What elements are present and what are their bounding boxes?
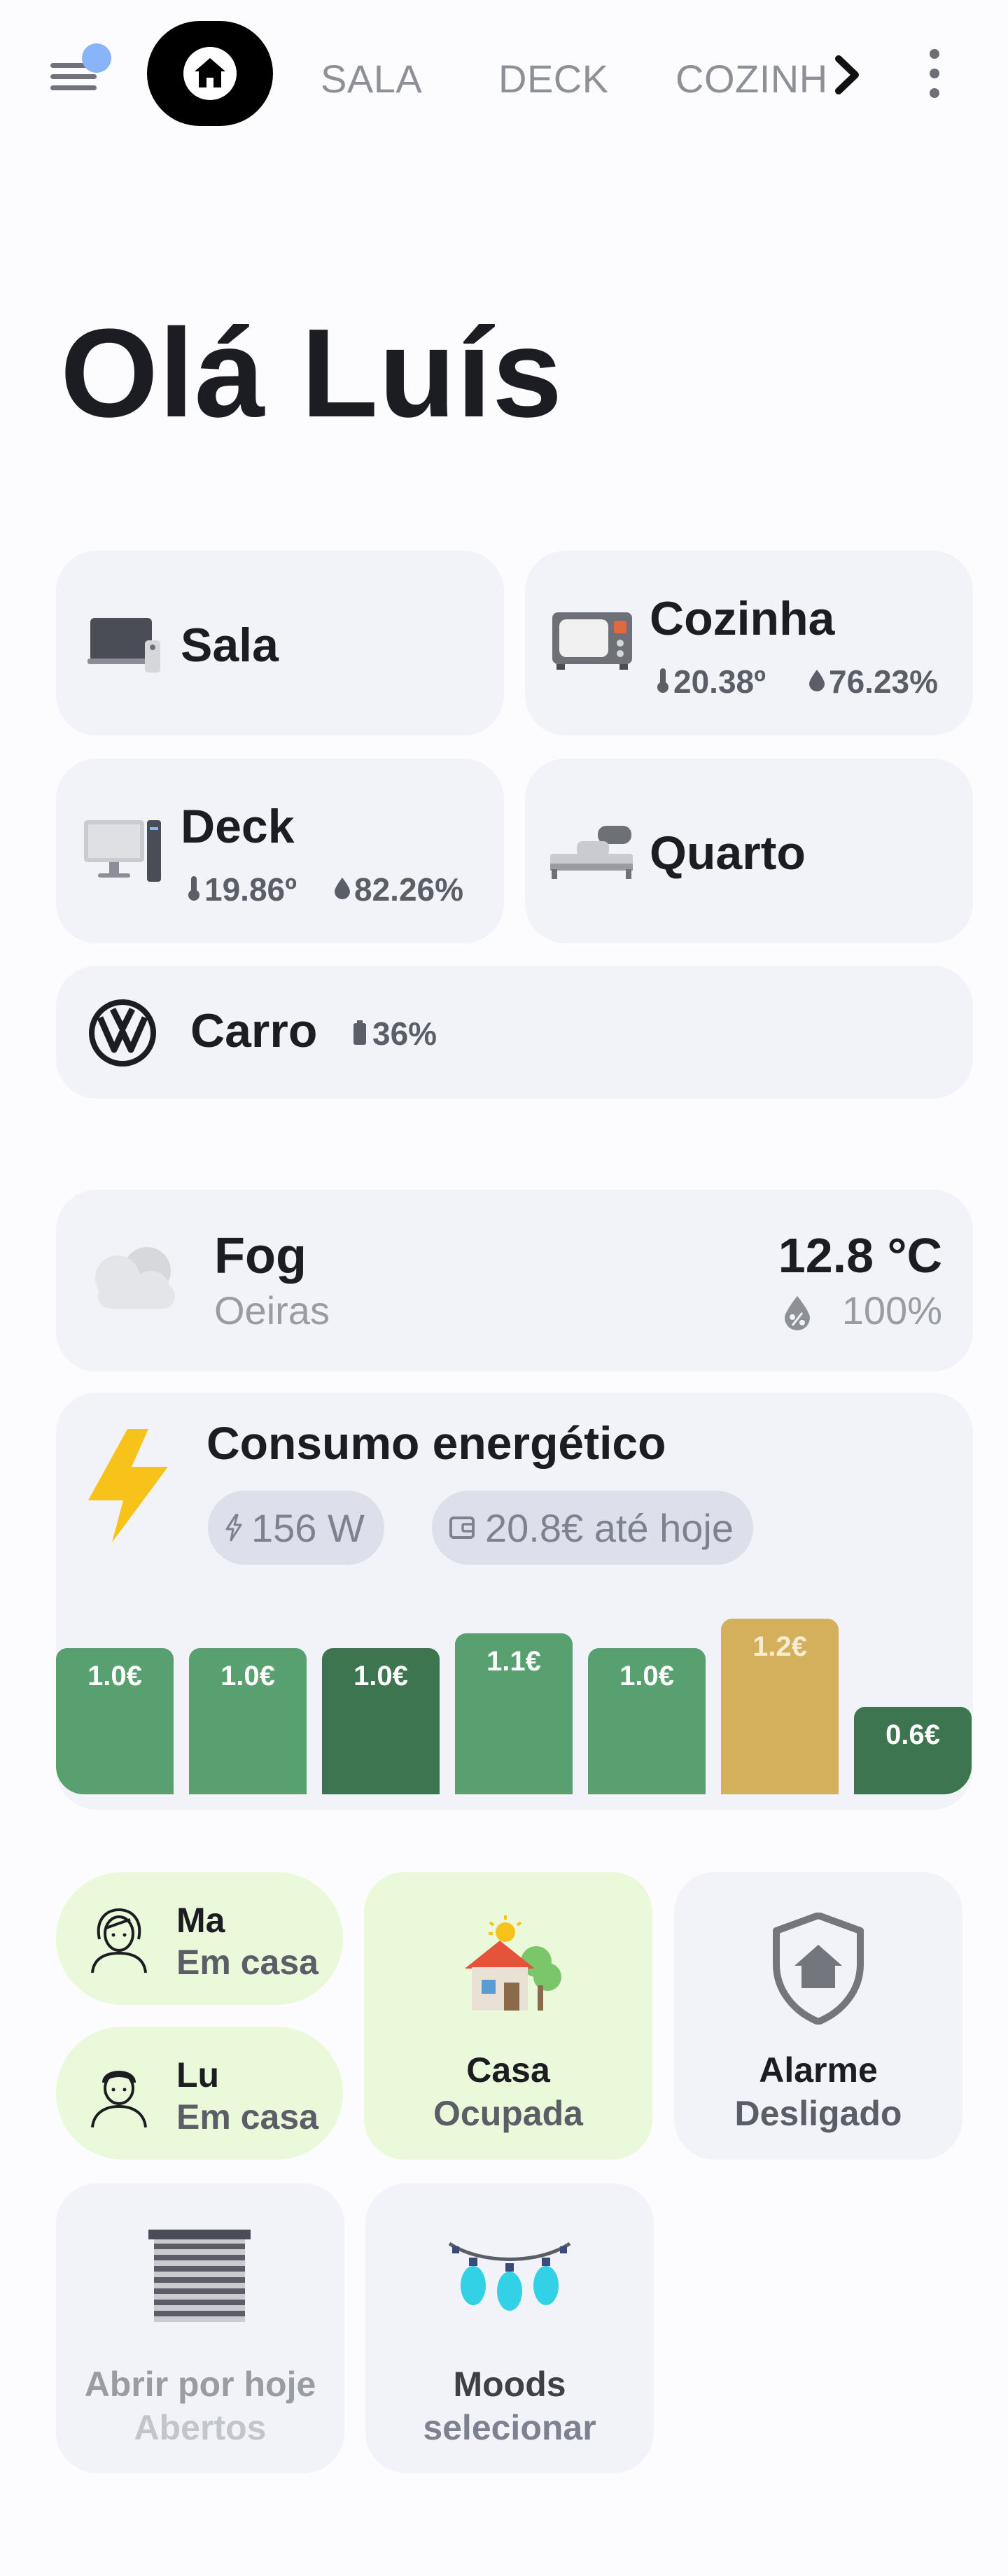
- alarm-status: Desligado: [734, 2094, 902, 2133]
- weather-humidity: 100%: [841, 1288, 942, 1332]
- energy-bar: 1.0€: [322, 1648, 440, 1794]
- cost-chip: 20.8€ até hoje: [432, 1491, 753, 1565]
- lightning-bolt-icon: [88, 1429, 168, 1542]
- menu-button[interactable]: [43, 43, 111, 111]
- blinds-status: Abertos: [134, 2408, 267, 2447]
- bed-icon: [550, 826, 633, 879]
- energy-bar-label: 1.0€: [220, 1661, 275, 1691]
- person-name: Lu: [176, 2055, 220, 2095]
- window-blinds-icon: [148, 2230, 251, 2322]
- battery-icon: [354, 1020, 366, 1045]
- moods-status: selecionar: [423, 2408, 596, 2447]
- humidity-icon: [809, 670, 825, 691]
- energy-bar-label: 1.0€: [88, 1661, 142, 1691]
- weather-condition: Fog: [214, 1228, 307, 1284]
- humidity-icon: [335, 878, 350, 899]
- person-card-lu[interactable]: Lu Em casa: [56, 2027, 343, 2160]
- kebab-dot: [930, 49, 939, 59]
- energy-bar: 0.6€: [854, 1707, 972, 1794]
- room-card-cozinha[interactable]: Cozinha 20.38º 76.23%: [525, 551, 973, 736]
- computer-icon: [84, 820, 161, 882]
- weather-location: Oeiras: [214, 1288, 330, 1332]
- room-name: Quarto: [650, 826, 806, 880]
- energy-bar: 1.0€: [588, 1648, 706, 1794]
- house-status-tile[interactable]: Casa Ocupada: [364, 1872, 652, 2160]
- microwave-icon: [552, 612, 632, 670]
- power-value: 156 W: [251, 1505, 365, 1550]
- weather-card[interactable]: Fog Oeiras 12.8 °C 100%: [56, 1190, 973, 1372]
- kebab-dot: [930, 69, 939, 78]
- house-status: Ocupada: [433, 2094, 583, 2133]
- blinds-title: Abrir por hoje: [84, 2365, 316, 2404]
- wallet-icon: [449, 1516, 475, 1539]
- energy-bar: 1.0€: [56, 1648, 174, 1794]
- man-avatar-icon: [91, 2071, 147, 2128]
- energy-bar-label: 1.0€: [620, 1661, 674, 1691]
- energy-bar-label: 1.0€: [354, 1661, 408, 1691]
- tab-home[interactable]: [147, 21, 273, 126]
- cost-value: 20.8€ até hoje: [485, 1505, 734, 1550]
- room-humidity: 76.23%: [829, 663, 939, 700]
- person-name: Ma: [176, 1901, 225, 1940]
- house-sun-tree-icon: [465, 1915, 561, 2011]
- car-card[interactable]: Carro 36%: [56, 966, 973, 1099]
- kebab-dot: [930, 88, 939, 98]
- tab-cozinha[interactable]: COZINH: [676, 56, 828, 101]
- energy-bar: 1.1€: [455, 1633, 573, 1794]
- vw-logo-icon: [89, 999, 156, 1067]
- string-lights-icon: [448, 2241, 571, 2311]
- chevron-right-icon: [835, 55, 859, 94]
- energy-bar-label: 0.6€: [886, 1719, 940, 1750]
- tab-deck[interactable]: DECK: [498, 56, 609, 101]
- moods-title: Moods: [453, 2365, 566, 2404]
- car-name: Carro: [190, 1004, 318, 1057]
- notification-dot: [82, 43, 111, 73]
- tabs-scroll-right-button[interactable]: [826, 50, 868, 99]
- shield-home-icon: [773, 1913, 864, 2025]
- humidity-drop-icon: [785, 1296, 810, 1330]
- moods-tile[interactable]: Moods selecionar: [365, 2183, 654, 2473]
- room-card-quarto[interactable]: Quarto: [525, 759, 973, 943]
- car-battery: 36%: [372, 1015, 438, 1052]
- woman-avatar-icon: [91, 1908, 147, 1973]
- room-humidity: 82.26%: [354, 871, 464, 908]
- house-title: Casa: [466, 2050, 550, 2090]
- room-card-deck[interactable]: Deck 19.86º 82.26%: [56, 759, 504, 943]
- room-temperature: 19.86º: [204, 871, 297, 908]
- bolt-small-icon: [225, 1514, 242, 1542]
- energy-bar-label: 1.1€: [486, 1646, 541, 1677]
- room-temperature: 20.38º: [673, 663, 766, 700]
- power-chip: 156 W: [208, 1491, 384, 1565]
- room-card-sala[interactable]: Sala: [56, 551, 504, 736]
- blinds-tile[interactable]: Abrir por hoje Abertos: [56, 2183, 344, 2473]
- alarm-tile[interactable]: Alarme Desligado: [674, 1872, 962, 2160]
- weather-temperature: 12.8 °C: [778, 1228, 942, 1283]
- energy-title: Consumo energético: [206, 1417, 666, 1469]
- energy-bar: 1.2€: [721, 1619, 839, 1794]
- room-name: Sala: [181, 619, 279, 672]
- room-name: Deck: [181, 800, 295, 853]
- energy-bar-label: 1.2€: [752, 1631, 807, 1662]
- energy-bar: 1.0€: [189, 1648, 307, 1794]
- page-title: Olá Luís: [60, 303, 564, 444]
- energy-bar-chart: 1.0€ 1.0€ 1.0€ 1.1€ 1.0€ 1.2€ 0.6€: [56, 1589, 973, 1799]
- top-bar: SALA DECK COZINH: [0, 0, 1008, 140]
- person-card-ma[interactable]: Ma Em casa: [56, 1872, 343, 2005]
- person-status: Em casa: [176, 2097, 318, 2137]
- room-name: Cozinha: [650, 592, 835, 645]
- thermometer-icon: [188, 876, 200, 901]
- tab-sala[interactable]: SALA: [321, 56, 422, 101]
- tv-icon: [88, 618, 160, 673]
- home-icon: [183, 47, 237, 100]
- alarm-title: Alarme: [759, 2050, 878, 2090]
- person-status: Em casa: [176, 1943, 318, 1982]
- more-options-button[interactable]: [924, 49, 945, 98]
- fog-cloud-icon: [95, 1247, 175, 1309]
- thermometer-icon: [657, 668, 668, 693]
